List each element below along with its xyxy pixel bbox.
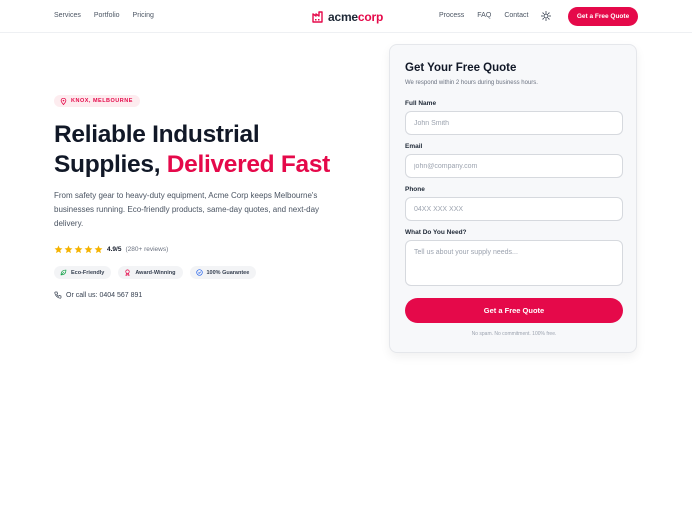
quote-form-card: Get Your Free Quote We respond within 2 … [389,44,637,353]
top-nav: Services Portfolio Pricing acmecorp Proc… [0,0,692,33]
factory-icon [312,11,323,23]
nav-link-faq[interactable]: FAQ [477,12,491,19]
nav-quote-button[interactable]: Get a Free Quote [568,7,638,26]
form-title: Get Your Free Quote [405,62,517,74]
nav-link-services[interactable]: Services [54,12,81,19]
secondary-nav: Process FAQ Contact [439,12,528,19]
star-rating [54,245,103,254]
call-us[interactable]: Or call us: 0404 567 891 [54,291,142,299]
full-name-label: Full Name [405,100,437,107]
primary-nav: Services Portfolio Pricing [54,12,154,19]
needs-textarea[interactable] [405,240,623,286]
phone-label: Phone [405,186,425,193]
star-icon [84,245,93,254]
brand-name: acmecorp [328,10,384,24]
star-icon [94,245,103,254]
brand-logo[interactable]: acmecorp [312,10,383,24]
submit-quote-button[interactable]: Get a Free Quote [405,298,623,323]
badge-award-winning: Award-Winning [118,266,183,279]
award-icon [125,269,130,276]
sun-icon[interactable] [541,11,551,21]
location-label: KNOX, MELBOURNE [71,98,133,104]
call-us-text: Or call us: 0404 567 891 [66,291,143,299]
nav-link-pricing[interactable]: Pricing [133,12,154,19]
phone-input[interactable] [405,197,623,221]
star-icon [54,245,63,254]
email-label: Email [405,143,423,150]
phone-icon [54,291,62,299]
nav-link-contact[interactable]: Contact [504,12,528,19]
nav-link-portfolio[interactable]: Portfolio [94,12,120,19]
headline-accent: Delivered Fast [166,151,331,178]
email-input[interactable] [405,154,623,178]
badge-guarantee: 100% Guarantee [189,266,257,279]
location-badge: KNOX, MELBOURNE [54,95,140,107]
rating: 4.9/5 (280+ reviews) [54,245,168,254]
form-subtitle: We respond within 2 hours during busines… [405,80,538,86]
nav-link-process[interactable]: Process [439,12,464,19]
full-name-input[interactable] [405,111,623,135]
map-pin-icon [60,97,67,105]
hero-description: From safety gear to heavy-duty equipment… [54,191,320,228]
review-count: (280+ reviews) [125,246,169,253]
check-shield-icon [195,269,203,276]
star-icon [74,245,83,254]
leaf-icon [60,269,67,276]
trust-badges: Eco-Friendly Award-Winning 100% Guarante… [54,266,257,279]
hero-headline: Reliable Industrial Supplies, Delivered … [54,121,331,178]
form-fine-print: No spam. No commitment. 100% free. [471,331,557,337]
star-icon [64,245,73,254]
badge-eco-friendly: Eco-Friendly [54,266,112,279]
rating-score: 4.9/5 [107,246,122,253]
needs-label: What Do You Need? [405,229,467,236]
